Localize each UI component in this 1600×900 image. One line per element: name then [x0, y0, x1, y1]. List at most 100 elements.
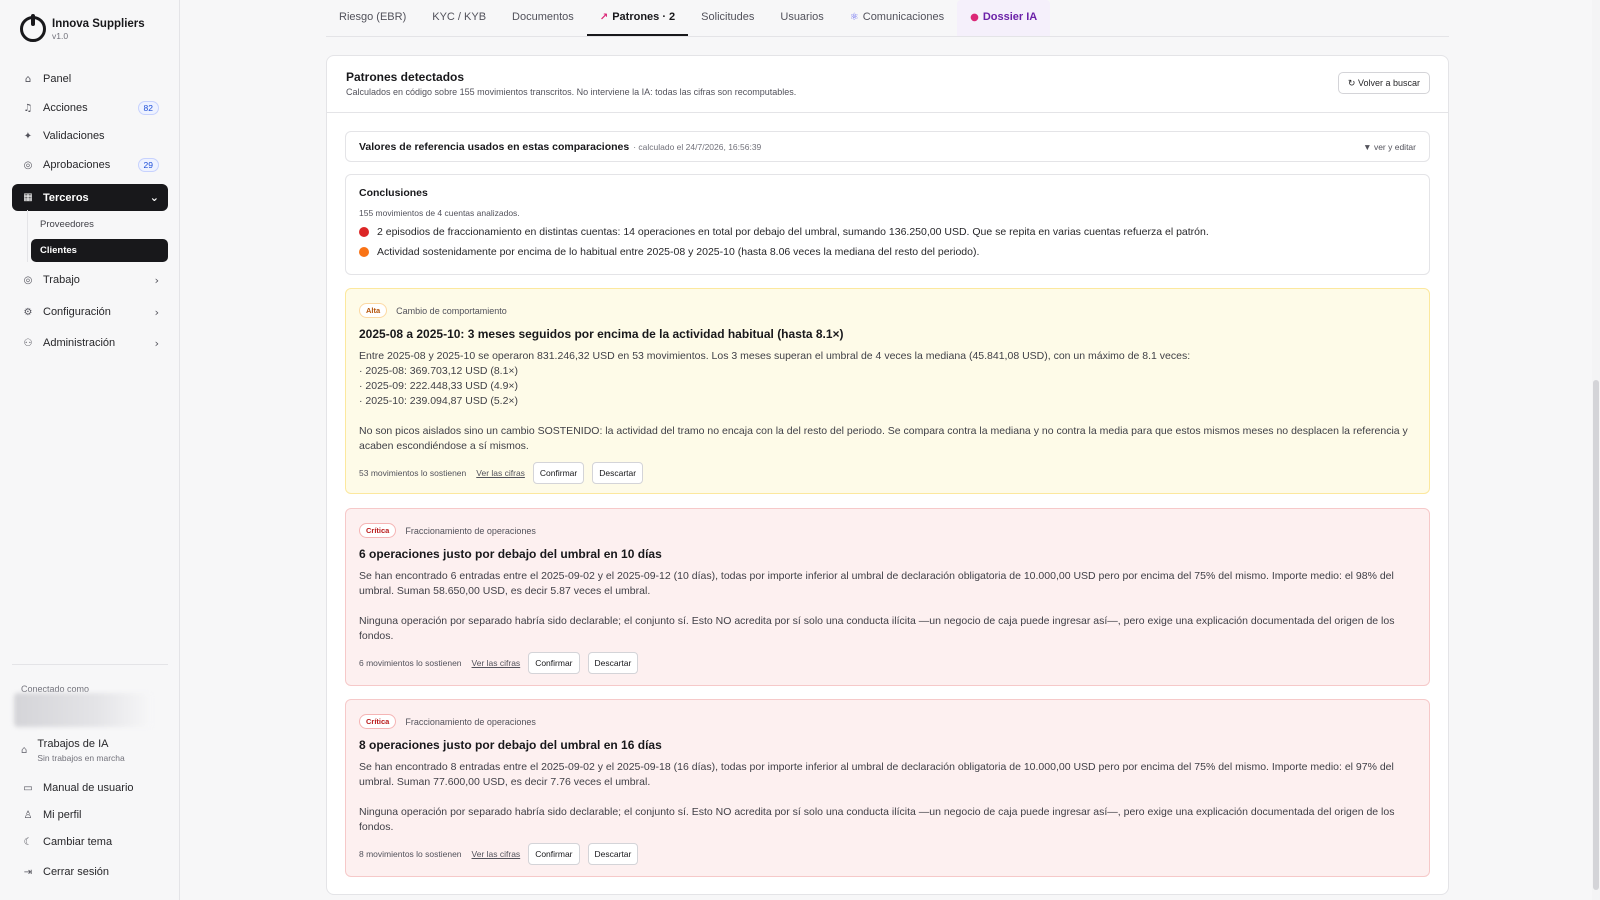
view-figures-link[interactable]: Ver las cifras — [476, 468, 525, 478]
chevron-right-icon: › — [154, 273, 159, 287]
gear-icon: ⚙ — [23, 306, 33, 318]
sidebar-item-label: Acciones — [43, 102, 88, 114]
tab-label: Usuarios — [780, 11, 824, 23]
brand-logo-icon — [20, 14, 46, 42]
dismiss-button[interactable]: Descartar — [592, 462, 644, 484]
finding-type: Fraccionamiento de operaciones — [405, 525, 536, 536]
sidebar-item-administracion[interactable]: ⚇ Administración › — [12, 330, 168, 356]
conclusions-panel: Conclusiones 155 movimientos de 4 cuenta… — [345, 174, 1430, 275]
tab-documentos[interactable]: Documentos — [499, 0, 587, 36]
dismiss-button[interactable]: Descartar — [587, 843, 639, 865]
reference-values-panel[interactable]: Valores de referencia usados en estas co… — [345, 131, 1430, 162]
finding-type: Fraccionamiento de operaciones — [405, 716, 536, 727]
count-badge: 82 — [137, 101, 159, 115]
my-profile-label: Mi perfil — [43, 809, 82, 821]
finding-card: Crítica Fraccionamiento de operaciones 6… — [345, 508, 1430, 686]
conclusions-subtitle: 155 movimientos de 4 cuentas analizados. — [359, 208, 520, 218]
submenu-line — [27, 210, 28, 262]
sidebar-item-validaciones[interactable]: ✦ Validaciones — [12, 123, 168, 149]
tab-bar: Riesgo (EBR) KYC / KYB Documentos ↗ Patro… — [326, 0, 1449, 37]
tab-kyc[interactable]: KYC / KYB — [419, 0, 499, 36]
tab-comunicaciones[interactable]: ⚛ Comunicaciones — [837, 0, 957, 36]
finding-title: 8 operaciones justo por debajo del umbra… — [359, 738, 662, 752]
finding-line: Entre 2025-08 y 2025-10 se operaron 831.… — [359, 350, 1191, 362]
sidebar-item-label: Configuración — [43, 306, 111, 318]
count-badge: 29 — [137, 158, 159, 172]
brand[interactable]: Innova Suppliers v1.0 — [20, 14, 145, 42]
dismiss-button[interactable]: Descartar — [587, 652, 639, 674]
change-theme-button[interactable]: ☾ Cambiar tema — [12, 830, 168, 854]
tab-label: KYC / KYB — [432, 11, 487, 23]
tab-usuarios[interactable]: Usuarios — [767, 0, 836, 36]
finding-body: Entre 2025-08 y 2025-10 se operaron 831.… — [359, 349, 1416, 454]
finding-actions: 6 movimientos lo sostienen Ver las cifra… — [359, 652, 1416, 674]
finding-line: · 2025-09: 222.448,33 USD (4.9×) — [359, 380, 519, 392]
home-icon: ⌂ — [24, 73, 32, 85]
sidebar-item-aprobaciones[interactable]: ◎ Aprobaciones 29 — [12, 152, 168, 178]
ai-jobs[interactable]: ⌂ Trabajos de IA Sin trabajos en marcha — [21, 738, 125, 763]
scrollbar[interactable] — [1592, 0, 1600, 900]
conclusion-item: 2 episodios de fraccionamiento en distin… — [359, 226, 1416, 238]
sidebar-subitem-label: Clientes — [40, 245, 77, 256]
user-manual-link[interactable]: ▭ Manual de usuario — [12, 776, 168, 800]
sidebar-item-panel[interactable]: ⌂ Panel — [12, 66, 168, 92]
tab-patrones[interactable]: ↗ Patrones · 2 — [586, 0, 689, 36]
sidebar-item-trabajo[interactable]: ◎ Trabajo › — [12, 267, 168, 293]
finding-actions: 53 movimientos lo sostienen Ver las cifr… — [359, 462, 1416, 484]
confirm-button[interactable]: Confirmar — [532, 462, 585, 484]
finding-paragraph: Ninguna operación por separado habría si… — [359, 806, 1395, 833]
sidebar-item-label: Validaciones — [43, 130, 105, 142]
sidebar-subitem-proveedores[interactable]: Proveedores — [31, 213, 168, 236]
tab-riesgo[interactable]: Riesgo (EBR) — [326, 0, 419, 36]
severity-badge: Alta — [359, 303, 388, 318]
sidebar-item-terceros[interactable]: ▦ Terceros ⌄ — [12, 184, 168, 211]
finding-title: 6 operaciones justo por debajo del umbra… — [359, 547, 662, 561]
tab-label: Solicitudes — [701, 11, 755, 23]
book-icon: ▭ — [23, 782, 33, 794]
sidebar-item-label: Administración — [43, 337, 116, 349]
support-count: 6 movimientos lo sostienen — [359, 658, 462, 668]
brain-icon: ● — [970, 11, 979, 23]
conclusion-item: Actividad sostenidamente por encima de l… — [359, 246, 1416, 258]
ai-jobs-title: Trabajos de IA — [37, 738, 109, 750]
page-title: Patrones detectados — [346, 70, 465, 84]
chevron-down-icon: ⌄ — [149, 191, 159, 204]
warning-dot-icon — [359, 247, 369, 257]
tab-dossier-ia[interactable]: ● Dossier IA — [957, 0, 1051, 36]
view-figures-link[interactable]: Ver las cifras — [472, 849, 521, 859]
search-again-button[interactable]: ↻ Volver a buscar — [1337, 72, 1430, 94]
finding-title: 2025-08 a 2025-10: 3 meses seguidos por … — [359, 327, 844, 341]
finding-line: · 2025-08: 369.703,12 USD (8.1×) — [359, 365, 519, 377]
sidebar-divider — [12, 664, 168, 665]
logout-icon: ⇥ — [23, 866, 33, 878]
confirm-button[interactable]: Confirmar — [528, 652, 580, 674]
sidebar-item-acciones[interactable]: ♫ Acciones 82 — [12, 95, 168, 121]
tab-solicitudes[interactable]: Solicitudes — [688, 0, 767, 36]
building-icon: ▦ — [23, 192, 33, 203]
bell-icon: ♫ — [23, 102, 33, 114]
sidebar-item-configuracion[interactable]: ⚙ Configuración › — [12, 299, 168, 325]
view-edit-toggle[interactable]: ▼ ver y editar — [1363, 142, 1416, 152]
check-circle-icon: ◎ — [23, 159, 33, 171]
view-figures-link[interactable]: Ver las cifras — [472, 658, 521, 668]
check-circle-icon: ◎ — [23, 274, 33, 286]
confirm-button[interactable]: Confirmar — [528, 843, 580, 865]
finding-paragraph: Ninguna operación por separado habría si… — [359, 615, 1395, 642]
change-theme-label: Cambiar tema — [43, 836, 113, 848]
finding-card: Alta Cambio de comportamiento 2025-08 a … — [345, 288, 1430, 494]
sidebar-item-label: Trabajo — [43, 274, 80, 286]
user-icon: ♙ — [23, 809, 33, 821]
finding-line: · 2025-10: 239.094,87 USD (5.2×) — [359, 395, 519, 407]
sidebar: Innova Suppliers v1.0 ⌂ Panel ♫ Acciones… — [0, 0, 180, 900]
sidebar-item-label: Panel — [43, 73, 72, 85]
scrollbar-thumb[interactable] — [1593, 380, 1599, 890]
brand-name: Innova Suppliers — [52, 17, 145, 30]
reference-title: Valores de referencia usados en estas co… — [359, 140, 630, 153]
logout-button[interactable]: ⇥ Cerrar sesión — [12, 860, 168, 884]
tab-label: Dossier IA — [982, 11, 1038, 23]
chevron-right-icon: › — [154, 305, 159, 319]
sidebar-subitem-clientes[interactable]: Clientes — [31, 239, 168, 262]
chart-icon: ↗ — [599, 11, 609, 23]
tab-label: Comunicaciones — [862, 11, 945, 23]
my-profile-link[interactable]: ♙ Mi perfil — [12, 803, 168, 827]
